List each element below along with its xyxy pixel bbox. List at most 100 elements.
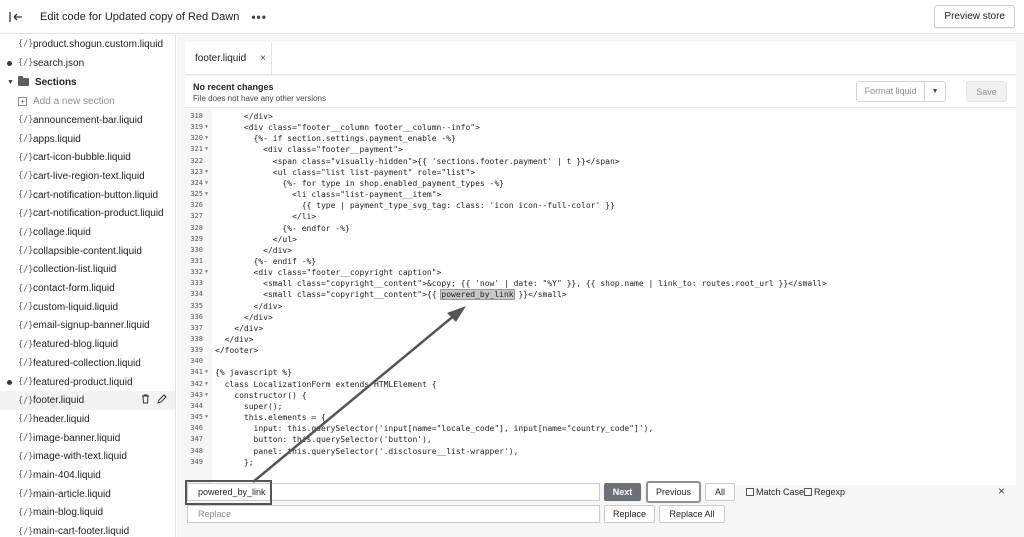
sidebar-file-label: footer.liquid (33, 395, 85, 407)
replace-button[interactable]: Replace (604, 505, 655, 523)
code-editor[interactable]: 318 </div> 319 ▼ <div class="footer__colum… (185, 109, 1016, 485)
regexp-label: Regexp (814, 487, 846, 497)
sidebar-file-item[interactable]: {/} main-cart-footer.liquid (0, 522, 175, 537)
sidebar-file-item[interactable]: {/} header.liquid (0, 410, 175, 429)
code-text: </li> (215, 212, 317, 222)
liquid-file-icon: {/} (18, 283, 34, 294)
line-number: 343 (190, 390, 203, 399)
liquid-file-icon: {/} (18, 152, 34, 163)
sidebar-file-item[interactable]: {/} collection-list.liquid (0, 261, 175, 280)
sidebar-file-item[interactable]: {/} cart-live-region-text.liquid (0, 167, 175, 186)
close-tab-icon[interactable]: × (260, 53, 266, 64)
code-line: 334 <small class="copyright__content">{{… (185, 289, 1016, 301)
code-line: 325 ▼ <li class="list-payment__item"> (185, 189, 1016, 200)
sidebar-file-item[interactable]: {/} cart-notification-product.liquid (0, 205, 175, 224)
code-line: 321 ▼ <div class="footer__payment"> (185, 144, 1016, 155)
add-icon: + (18, 97, 27, 107)
replace-input[interactable]: Replace (187, 505, 600, 523)
sidebar-file-item[interactable]: {/} cart-notification-button.liquid (0, 186, 175, 205)
fold-arrow-icon[interactable]: ▼ (205, 122, 208, 133)
liquid-file-icon: {/} (18, 377, 34, 388)
sidebar-file-item[interactable]: {/} product.shogun.custom.liquid (0, 35, 175, 54)
checkbox-icon (746, 488, 754, 496)
tab-bar: footer.liquid × (185, 42, 1016, 75)
liquid-file-icon: {/} (18, 320, 34, 331)
code-line: 327 </li> (185, 211, 1016, 222)
code-text: </div> (215, 335, 254, 344)
line-number: 321 (190, 145, 203, 154)
fold-arrow-icon[interactable]: ▼ (205, 390, 208, 401)
code-text: button: this.querySelector('button'), (215, 435, 432, 445)
line-number: 328 (190, 223, 203, 232)
next-button[interactable]: Next (604, 483, 641, 501)
line-number: 327 (190, 212, 203, 221)
add-section-button[interactable]: + Add a new section (0, 92, 175, 111)
fold-arrow-icon[interactable]: ▼ (205, 189, 208, 200)
code-line: 330 </div> (185, 245, 1016, 256)
liquid-file-icon: {/} (18, 526, 34, 537)
sidebar-file-item[interactable]: {/} footer.liquid (0, 391, 175, 411)
tab-footer-liquid[interactable]: footer.liquid × (185, 42, 272, 75)
chevron-down-icon[interactable]: ▼ (925, 88, 945, 95)
close-search-icon[interactable]: × (998, 484, 1005, 498)
sidebar-file-item[interactable]: {/} apps.liquid (0, 130, 175, 149)
liquid-file-icon: {/} (18, 507, 34, 518)
sidebar-file-item[interactable]: {/} custom-liquid.liquid (0, 298, 175, 317)
sidebar-file-item[interactable]: {/} featured-blog.liquid (0, 335, 175, 354)
pencil-icon[interactable] (157, 394, 167, 405)
exit-button[interactable] (0, 0, 32, 34)
sidebar-file-item[interactable]: {/} announcement-bar.liquid (0, 111, 175, 130)
liquid-file-icon: {/} (18, 171, 34, 182)
save-button[interactable]: Save (966, 81, 1007, 102)
sidebar-file-item[interactable]: {/} featured-product.liquid (0, 373, 175, 392)
line-number: 338 (190, 335, 203, 343)
fold-arrow-icon[interactable]: ▼ (205, 178, 208, 189)
match-case-checkbox[interactable]: Match Case (746, 487, 804, 497)
previous-button[interactable]: Previous (646, 481, 701, 503)
fold-arrow-icon[interactable]: ▼ (205, 367, 208, 378)
line-number: 344 (190, 401, 203, 410)
preview-store-button[interactable]: Preview store (934, 5, 1015, 28)
fold-arrow-icon[interactable]: ▼ (205, 412, 208, 423)
sidebar-file-label: apps.liquid (33, 133, 81, 145)
code-text: input: this.querySelector('input[name="l… (215, 424, 654, 434)
sections-folder-label: Sections (34, 76, 77, 88)
code-line: 336 </div> (185, 312, 1016, 323)
more-actions-button[interactable]: ••• (251, 10, 267, 24)
code-line: 342 ▼ class LocalizationForm extends HTML… (185, 379, 1016, 390)
sidebar-file-item[interactable]: {/} image-banner.liquid (0, 429, 175, 448)
code-line: 318 </div> (185, 111, 1016, 122)
sidebar-file-item[interactable]: {/} collage.liquid (0, 223, 175, 242)
trash-icon[interactable] (141, 394, 150, 404)
sidebar-file-item[interactable]: {/} email-signup-banner.liquid (0, 317, 175, 336)
fold-arrow-icon[interactable]: ▼ (205, 144, 208, 155)
sidebar-file-label: image-banner.liquid (33, 432, 121, 444)
sidebar-file-item[interactable]: {/} collapsible-content.liquid (0, 242, 175, 261)
sidebar-file-item[interactable]: {/} main-blog.liquid (0, 504, 175, 523)
fold-arrow-icon[interactable]: ▼ (205, 267, 208, 278)
sections-folder[interactable]: ▼ Sections (0, 72, 175, 92)
code-line: 340 (185, 356, 1016, 367)
format-liquid-button[interactable]: Format liquid ▼ (856, 81, 946, 102)
checkbox-icon (804, 488, 812, 496)
sidebar-file-label: main-article.liquid (33, 488, 111, 500)
sidebar-file-item[interactable]: {/} cart-icon-bubble.liquid (0, 148, 175, 167)
sidebar-file-item[interactable]: {/} main-article.liquid (0, 485, 175, 504)
sidebar-file-item[interactable]: {/} search.json (0, 54, 175, 73)
sidebar-file-item[interactable]: {/} image-with-text.liquid (0, 447, 175, 466)
sidebar-file-item[interactable]: {/} featured-collection.liquid (0, 354, 175, 373)
line-number: 332 (190, 268, 203, 277)
fold-arrow-icon[interactable]: ▼ (205, 379, 208, 390)
line-number: 326 (190, 201, 203, 210)
fold-arrow-icon[interactable]: ▼ (205, 167, 208, 178)
replace-all-button[interactable]: Replace All (659, 505, 725, 523)
sidebar-file-label: cart-notification-product.liquid (33, 208, 164, 220)
code-line: 335 </div> (185, 301, 1016, 312)
fold-arrow-icon[interactable]: ▼ (205, 133, 208, 144)
sidebar-file-item[interactable]: {/} main-404.liquid (0, 466, 175, 485)
regexp-checkbox[interactable]: Regexp (804, 487, 845, 497)
all-button[interactable]: All (705, 483, 735, 501)
code-line: 339 </footer> (185, 345, 1016, 356)
search-match-highlight: powered_by_link (440, 289, 515, 301)
sidebar-file-item[interactable]: {/} contact-form.liquid (0, 279, 175, 298)
